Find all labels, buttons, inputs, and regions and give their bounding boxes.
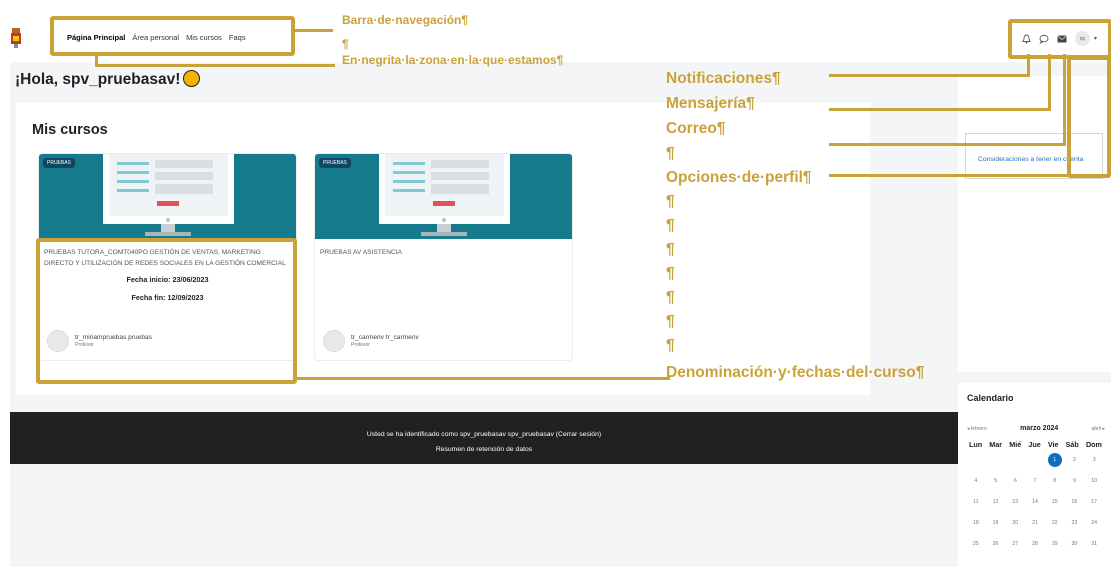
calendar-day[interactable]: 17 xyxy=(1084,494,1104,510)
teacher-info: tr_carmenv tr_carmenv Profesor xyxy=(323,330,419,352)
weekday-label: Lun xyxy=(969,440,983,449)
teacher-role: Profesor xyxy=(351,342,370,348)
course-image[interactable]: PRUEBAS xyxy=(39,154,296,239)
calendar-day[interactable]: 25 xyxy=(966,536,986,552)
calendar-day[interactable]: 8 xyxy=(1045,473,1065,489)
annotation-pilcrow: ¶ xyxy=(666,313,675,330)
annotation-nav-label: Barra·de·navegación¶ xyxy=(342,13,469,27)
weekday-label: Vie xyxy=(1047,440,1059,449)
annotation-line xyxy=(829,143,1065,146)
calendar-day[interactable]: 21 xyxy=(1025,515,1045,531)
avatar xyxy=(323,330,345,352)
annotation-pilcrow: ¶ xyxy=(666,193,675,210)
weekday-label: Jue xyxy=(1028,440,1041,449)
calendar-day[interactable]: 11 xyxy=(966,494,986,510)
annotation-frame-user-icons xyxy=(1008,19,1111,59)
annotation-line xyxy=(829,108,1051,111)
calendar-day[interactable]: 18 xyxy=(966,515,986,531)
data-retention-link[interactable]: Resumen de retención de datos xyxy=(10,442,958,457)
weekday-label: Sáb xyxy=(1065,440,1079,449)
calendar-today[interactable]: 1 xyxy=(1047,453,1062,467)
weekday-label: Mié xyxy=(1009,440,1022,449)
calendar-day[interactable]: 30 xyxy=(1065,536,1085,552)
course-name[interactable]: PRUEBAS AV ASISTENCIA xyxy=(315,247,572,258)
calendar-day[interactable]: 15 xyxy=(1045,494,1065,510)
calendar-day[interactable]: 24 xyxy=(1084,515,1104,531)
annotation-line xyxy=(829,74,1029,77)
annotation-pilcrow: ¶ xyxy=(666,265,675,282)
annotation-pilcrow: ¶ xyxy=(666,241,675,258)
site-logo-icon[interactable] xyxy=(9,27,23,49)
calendar-current-month: marzo 2024 xyxy=(1020,425,1059,432)
calendar-day[interactable]: 27 xyxy=(1005,536,1025,552)
annotation-line xyxy=(297,377,670,380)
page-footer: Usted se ha identificado como spv_prueba… xyxy=(10,412,958,464)
annotation-notifications: Notificaciones¶ xyxy=(666,70,781,87)
course-card[interactable]: PRUEBAS PRUEBAS AV ASISTENCIA tr_carmenv… xyxy=(314,153,573,361)
my-courses-title: Mis cursos xyxy=(32,122,108,138)
weekday-label: Dom xyxy=(1085,440,1102,449)
calendar-day[interactable]: 6 xyxy=(1005,473,1025,489)
annotation-pilcrow: ¶ xyxy=(666,289,675,306)
calendar-day[interactable]: 9 xyxy=(1065,473,1085,489)
calendar-day[interactable]: 31 xyxy=(1084,536,1104,552)
teacher-name[interactable]: tr_carmenv tr_carmenv xyxy=(351,334,419,341)
calendar-day[interactable]: 2 xyxy=(1065,452,1085,468)
calendar-day[interactable]: 29 xyxy=(1045,536,1065,552)
calendar-day[interactable]: 28 xyxy=(1025,536,1045,552)
annotation-messaging: Mensajería¶ xyxy=(666,95,755,112)
calendar-grid: 1 2 3 4 5 6 7 8 9 10 11 12 13 14 15 16 1… xyxy=(966,452,1104,552)
calendar-day[interactable]: 10 xyxy=(1084,473,1104,489)
annotation-frame-course xyxy=(36,238,297,384)
weekday-label: Mar xyxy=(989,440,1003,449)
annotation-pilcrow: ¶ xyxy=(666,337,675,354)
calendar-prev-month[interactable]: ◂ febrero xyxy=(967,426,987,432)
calendar-day[interactable]: 16 xyxy=(1065,494,1085,510)
calendar-day[interactable]: 3 xyxy=(1084,452,1104,468)
waving-hand-icon xyxy=(183,70,201,87)
monitor-illustration-icon xyxy=(379,154,510,236)
calendar-day[interactable]: 20 xyxy=(1005,515,1025,531)
annotation-line xyxy=(1048,54,1051,111)
annotation-pilcrow: ¶ xyxy=(342,37,349,51)
calendar-day[interactable]: 13 xyxy=(1005,494,1025,510)
annotation-line xyxy=(829,174,1069,177)
annotation-frame-profile xyxy=(1067,56,1111,178)
calendar-weekdays: Lun Mar Mié Jue Vie Sáb Dom xyxy=(969,440,1102,449)
calendar-title: Calendario xyxy=(967,393,1014,403)
calendar-day[interactable]: 26 xyxy=(986,536,1006,552)
calendar-day[interactable]: 23 xyxy=(1065,515,1085,531)
calendar-day[interactable]: 4 xyxy=(966,473,986,489)
annotation-profile: Opciones·de·perfil¶ xyxy=(666,169,812,186)
annotation-line xyxy=(1063,54,1066,146)
annotation-course-note: Denominación·y·fechas·del·curso¶ xyxy=(666,364,925,381)
annotation-pilcrow: ¶ xyxy=(666,217,675,234)
course-image[interactable]: PRUEBAS xyxy=(315,154,572,239)
annotation-pilcrow: ¶ xyxy=(666,145,675,162)
calendar-next-month[interactable]: abril ▸ xyxy=(1092,426,1105,432)
page-title: ¡Hola, spv_pruebasav! xyxy=(15,70,201,89)
calendar-nav: ◂ febrero marzo 2024 abril ▸ xyxy=(967,425,1105,432)
calendar-day[interactable]: 19 xyxy=(986,515,1006,531)
calendar-day[interactable]: 7 xyxy=(1025,473,1045,489)
annotation-frame-navbar xyxy=(50,16,295,56)
annotation-mail: Correo¶ xyxy=(666,120,726,137)
calendar-day[interactable]: 5 xyxy=(986,473,1006,489)
calendar-day[interactable]: 22 xyxy=(1045,515,1065,531)
login-info[interactable]: Usted se ha identificado como spv_prueba… xyxy=(10,427,958,442)
annotation-line xyxy=(295,29,333,32)
calendar-day[interactable]: 14 xyxy=(1025,494,1045,510)
annotation-line xyxy=(95,64,335,67)
annotation-bold-note: En·negrita·la·zona·en·la·que·estamos¶ xyxy=(342,53,564,67)
annotation-line xyxy=(1027,54,1030,77)
calendar-day[interactable]: 12 xyxy=(986,494,1006,510)
monitor-illustration-icon xyxy=(103,154,234,236)
